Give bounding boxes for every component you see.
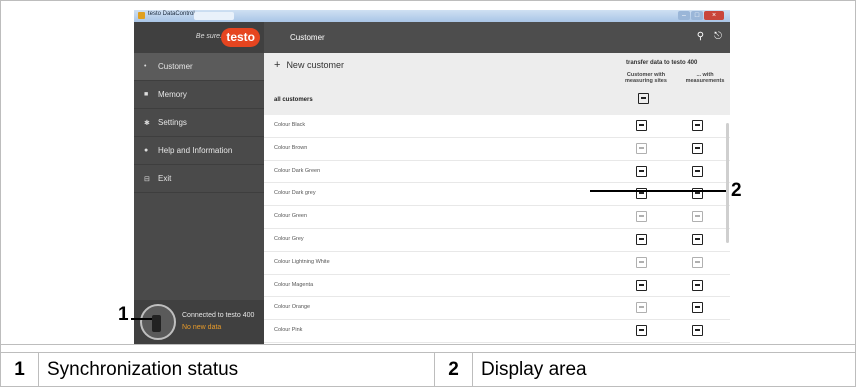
- window-title: testo DataControl: [148, 11, 195, 17]
- legend-text-1: Synchronization status: [39, 353, 435, 387]
- customer-list: Colour Black Colour Brown Colour Dark Gree…: [264, 115, 730, 344]
- sidebar-item-help-and-information[interactable]: ● Help and Information: [134, 137, 264, 165]
- header-actions: ⚲ ⎋: [697, 31, 722, 42]
- table-row[interactable]: Colour Grey: [264, 229, 730, 252]
- brand-slogan: Be sure.: [195, 33, 222, 40]
- scrollbar[interactable]: [726, 123, 729, 243]
- main-header: Customer ⚲ ⎋: [264, 22, 730, 53]
- transfer-measurements-icon[interactable]: [692, 302, 703, 314]
- customer-name: Colour Brown: [274, 144, 308, 151]
- sidebar-nav: • Customer ■ Memory ✱ Settings ● Help and Infor…: [134, 53, 264, 193]
- search-icon[interactable]: ⚲: [697, 31, 704, 42]
- page-title: Customer: [290, 33, 325, 42]
- transfer-measurements-icon[interactable]: [692, 279, 703, 291]
- transfer-measuring-sites-icon[interactable]: [636, 142, 647, 154]
- data-status: No new data: [182, 324, 222, 331]
- taskbar-tab[interactable]: [194, 12, 234, 20]
- column-header-measurements: ... with measurements: [685, 72, 725, 84]
- customer-name: Colour Pink: [274, 327, 303, 334]
- sidebar-item-label: Customer: [158, 62, 193, 71]
- gear-icon: ✱: [144, 119, 150, 127]
- sidebar-item-label: Memory: [158, 90, 187, 99]
- export-icon[interactable]: ⎋: [714, 31, 722, 42]
- sidebar-item-label: Settings: [158, 118, 187, 127]
- table-row[interactable]: Colour Dark Green: [264, 161, 730, 184]
- memory-icon: ■: [144, 91, 149, 98]
- sidebar: Be sure. testo • Customer ■ Memory ✱ Settings…: [134, 22, 264, 344]
- customer-toolbar: + New customer transfer data to testo 400…: [264, 53, 730, 115]
- customer-name: Colour Lightning White: [274, 258, 330, 265]
- minimize-icon[interactable]: –: [678, 11, 690, 20]
- sidebar-item-settings[interactable]: ✱ Settings: [134, 109, 264, 137]
- callout-line-2: [590, 190, 726, 192]
- table-row[interactable]: Colour Brown: [264, 138, 730, 161]
- synchronization-status[interactable]: Connected to testo 400 No new data: [134, 300, 264, 344]
- new-customer-button[interactable]: + New customer: [274, 59, 344, 71]
- transfer-measuring-sites-icon[interactable]: [636, 256, 647, 268]
- transfer-measuring-sites-icon[interactable]: [636, 165, 647, 177]
- sidebar-item-label: Exit: [158, 174, 172, 183]
- table-row[interactable]: Colour Purple: [264, 343, 730, 344]
- legend-text-2: Display area: [481, 359, 587, 380]
- table-row[interactable]: Colour Dark grey: [264, 183, 730, 207]
- sidebar-item-exit[interactable]: ⊟ Exit: [134, 165, 264, 193]
- customer-name: Colour Orange: [274, 304, 311, 311]
- exit-icon: ⊟: [144, 175, 150, 183]
- device-icon: [152, 315, 161, 332]
- transfer-measuring-sites-icon[interactable]: [636, 211, 647, 223]
- customer-name: Colour Dark Green: [274, 167, 321, 174]
- table-row[interactable]: Colour Magenta: [264, 275, 730, 298]
- new-customer-label: New customer: [286, 60, 344, 70]
- legend-number-2: 2: [435, 353, 473, 387]
- app-window: testo DataControl – □ × Be sure. testo •…: [134, 10, 730, 344]
- column-header-measuring-sites: Customer with measuring sites: [625, 72, 667, 84]
- brand-bar: Be sure. testo: [134, 22, 264, 53]
- callout-line-1: [131, 318, 152, 320]
- window-controls: – □ ×: [678, 11, 724, 20]
- transfer-measurements-icon[interactable]: [692, 211, 703, 223]
- callout-number-2: 2: [731, 180, 742, 201]
- customer-name: Colour Grey: [274, 235, 304, 242]
- transfer-measurements-icon[interactable]: [692, 325, 703, 337]
- transfer-all-icon[interactable]: [638, 93, 649, 104]
- sidebar-item-memory[interactable]: ■ Memory: [134, 81, 264, 109]
- legend-number-1: 1: [1, 353, 39, 387]
- maximize-icon[interactable]: □: [691, 11, 703, 20]
- app-icon: [138, 12, 145, 19]
- device-avatar: [140, 304, 176, 340]
- legend-table: 1 Synchronization status 2 Display area: [1, 353, 855, 387]
- sidebar-item-customer[interactable]: • Customer: [134, 53, 264, 81]
- transfer-measurements-icon[interactable]: [692, 233, 703, 245]
- customer-name: Colour Magenta: [274, 281, 314, 288]
- transfer-measuring-sites-icon[interactable]: [636, 325, 647, 337]
- customer-name: Colour Dark grey: [274, 190, 316, 197]
- all-customers-label: all customers: [274, 97, 313, 103]
- customer-name: Colour Black: [274, 122, 306, 128]
- transfer-measuring-sites-icon[interactable]: [636, 233, 647, 245]
- sidebar-item-label: Help and Information: [158, 146, 233, 155]
- close-icon[interactable]: ×: [704, 11, 724, 20]
- transfer-measuring-sites-icon[interactable]: [636, 279, 647, 291]
- display-area: + New customer transfer data to testo 400…: [264, 53, 730, 344]
- table-row[interactable]: Colour Orange: [264, 297, 730, 321]
- callout-number-1: 1: [118, 304, 129, 325]
- table-row[interactable]: Colour Pink: [264, 320, 730, 343]
- testo-logo: testo: [221, 28, 260, 47]
- transfer-measurements-icon[interactable]: [692, 165, 703, 177]
- transfer-measurements-icon[interactable]: [692, 142, 703, 154]
- transfer-measurements-icon[interactable]: [692, 120, 703, 131]
- transfer-measurements-icon[interactable]: [692, 256, 703, 268]
- plus-icon: +: [274, 59, 281, 71]
- transfer-measuring-sites-icon[interactable]: [636, 302, 647, 314]
- person-icon: •: [144, 63, 147, 70]
- info-icon: ●: [144, 147, 149, 154]
- title-bar: testo DataControl – □ ×: [134, 10, 730, 22]
- table-row[interactable]: Colour Black: [264, 115, 730, 138]
- customer-name: Colour Green: [274, 213, 308, 220]
- connection-status: Connected to testo 400: [182, 312, 255, 319]
- table-row[interactable]: Colour Lightning White: [264, 252, 730, 275]
- transfer-measuring-sites-icon[interactable]: [636, 120, 647, 131]
- table-row[interactable]: Colour Green: [264, 206, 730, 229]
- transfer-heading: transfer data to testo 400: [626, 60, 698, 66]
